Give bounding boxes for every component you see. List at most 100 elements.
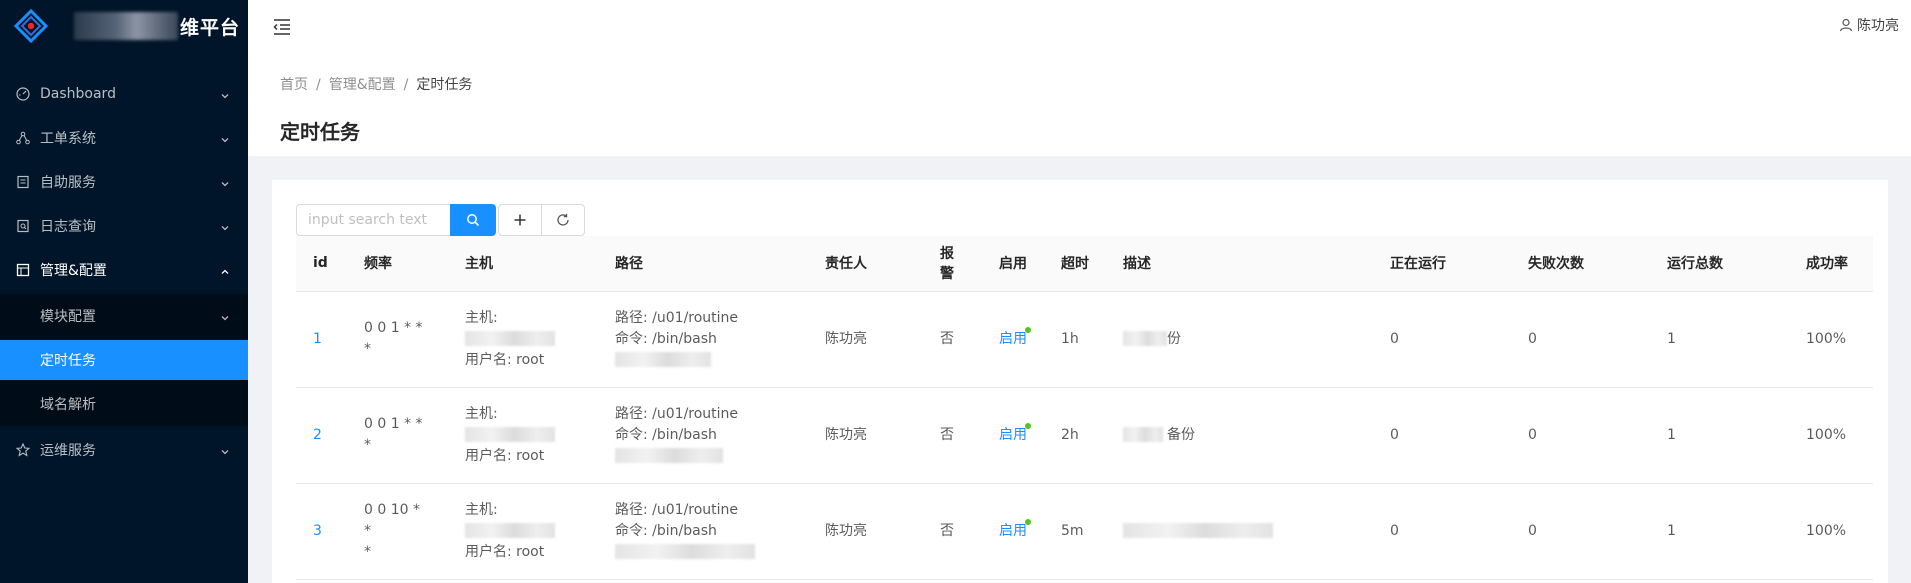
cell-path: 路径: /u01/routine 命令: /bin/bash bbox=[598, 483, 808, 580]
table-row[interactable]: 3 0 0 10 * * * 主机: 用户名: root 路径: /u01/ro… bbox=[296, 483, 1873, 580]
host-label: 主机: bbox=[465, 405, 498, 422]
logo-title: 维平台 bbox=[180, 16, 241, 39]
enabled-label: 启用 bbox=[999, 426, 1027, 443]
job-id-link[interactable]: 1 bbox=[313, 331, 322, 347]
file-search-icon bbox=[16, 219, 30, 233]
top-header: 陈功亮 bbox=[248, 0, 1911, 56]
cell-alarm: 否 bbox=[923, 291, 982, 388]
cell-enabled: 启用 bbox=[982, 291, 1044, 388]
column-header-alarm[interactable]: 报警 bbox=[923, 236, 982, 292]
column-header-owner[interactable]: 责任人 bbox=[808, 236, 923, 292]
cell-host: 主机: 用户名: root bbox=[448, 387, 598, 484]
host-label: 主机: bbox=[465, 309, 498, 326]
column-header-host[interactable]: 主机 bbox=[448, 236, 598, 292]
cell-timeout: 2h bbox=[1044, 387, 1106, 484]
path-text: 路径: /u01/routine bbox=[615, 405, 739, 422]
sidebar-item-label: 定时任务 bbox=[40, 353, 96, 369]
column-header-success-rate[interactable]: 成功率 bbox=[1789, 236, 1873, 292]
enabled-label: 启用 bbox=[999, 330, 1027, 347]
cell-frequency: 0 0 1 * * * bbox=[347, 291, 448, 388]
cell-owner: 陈功亮 bbox=[808, 387, 923, 484]
cell-alarm: 否 bbox=[923, 387, 982, 484]
table-row[interactable]: 1 0 0 1 * * * 主机: 用户名: root 路径: /u01/rou… bbox=[296, 291, 1873, 388]
breadcrumb-management[interactable]: 管理&配置 bbox=[329, 77, 396, 93]
search-input[interactable] bbox=[296, 204, 450, 236]
host-label: 主机: bbox=[465, 501, 498, 518]
dashboard-icon bbox=[16, 87, 30, 101]
sidebar-item-dns[interactable]: 域名解析 bbox=[0, 382, 248, 426]
host-user: 用户名: root bbox=[465, 351, 545, 368]
chevron-down-icon bbox=[220, 133, 230, 143]
management-submenu: 模块配置 定时任务 域名解析 bbox=[0, 294, 248, 426]
column-header-description[interactable]: 描述 bbox=[1106, 236, 1373, 292]
sidebar-menu: Dashboard 工单系统 自助服务 日志查询 管理&配置 模块配置 定时任务… bbox=[0, 72, 248, 472]
user-menu[interactable]: 陈功亮 bbox=[1839, 15, 1899, 35]
chevron-down-icon bbox=[220, 445, 230, 455]
column-header-failures[interactable]: 失败次数 bbox=[1511, 236, 1650, 292]
sidebar: 维平台 Dashboard 工单系统 自助服务 日志查询 管理&配置 模块配置 … bbox=[0, 0, 248, 583]
menu-fold-icon[interactable] bbox=[272, 17, 294, 39]
column-header-frequency[interactable]: 频率 bbox=[347, 236, 448, 292]
job-id-link[interactable]: 3 bbox=[313, 523, 322, 539]
command-text: 命令: /bin/bash bbox=[615, 522, 717, 539]
sidebar-item-module-config[interactable]: 模块配置 bbox=[0, 294, 248, 338]
cell-failures: 0 bbox=[1511, 291, 1650, 388]
cell-alarm: 否 bbox=[923, 483, 982, 580]
sidebar-item-label: 日志查询 bbox=[40, 219, 96, 235]
sidebar-item-dashboard[interactable]: Dashboard bbox=[0, 72, 248, 116]
column-header-running[interactable]: 正在运行 bbox=[1373, 236, 1511, 292]
sidebar-item-tickets[interactable]: 工单系统 bbox=[0, 116, 248, 160]
logo[interactable]: 维平台 bbox=[0, 0, 248, 52]
status-dot bbox=[1025, 326, 1031, 333]
enabled-toggle[interactable]: 启用 bbox=[999, 518, 1031, 539]
user-icon bbox=[1839, 18, 1853, 32]
table-row[interactable]: 2 0 0 1 * * * 主机: 用户名: root 路径: /u01/rou… bbox=[296, 387, 1873, 484]
cell-running: 0 bbox=[1373, 387, 1511, 484]
host-user: 用户名: root bbox=[465, 447, 545, 464]
job-id-link[interactable]: 2 bbox=[313, 427, 322, 443]
column-header-total-runs[interactable]: 运行总数 bbox=[1650, 236, 1789, 292]
table-body: 1 0 0 1 * * * 主机: 用户名: root 路径: /u01/rou… bbox=[296, 291, 1873, 580]
cell-description: 份 bbox=[1106, 291, 1373, 388]
sidebar-item-cron-jobs[interactable]: 定时任务 bbox=[0, 340, 248, 380]
cell-description bbox=[1106, 483, 1373, 580]
logo-text-masked bbox=[74, 12, 178, 40]
cell-success-rate: 100% bbox=[1789, 291, 1873, 388]
sidebar-item-ops-service[interactable]: 运维服务 bbox=[0, 428, 248, 472]
search-icon bbox=[467, 214, 480, 227]
table-toolbar bbox=[296, 204, 1864, 236]
logo-icon bbox=[13, 8, 49, 44]
breadcrumb-home[interactable]: 首页 bbox=[280, 77, 308, 93]
column-header-id[interactable]: id bbox=[296, 236, 347, 292]
sidebar-item-self-service[interactable]: 自助服务 bbox=[0, 160, 248, 204]
cell-id: 2 bbox=[296, 387, 347, 484]
sidebar-item-label: 模块配置 bbox=[40, 309, 96, 325]
args-masked bbox=[615, 542, 791, 563]
sidebar-item-management[interactable]: 管理&配置 bbox=[0, 248, 248, 292]
cell-frequency: 0 0 10 * * * bbox=[347, 483, 448, 580]
enabled-toggle[interactable]: 启用 bbox=[999, 326, 1031, 347]
content-card: id 频率 主机 路径 责任人 报警 启用 超时 描述 正在运行 失败次数 运行… bbox=[272, 180, 1888, 583]
enabled-toggle[interactable]: 启用 bbox=[999, 422, 1031, 443]
cell-host: 主机: 用户名: root bbox=[448, 291, 598, 388]
cell-owner: 陈功亮 bbox=[808, 291, 923, 388]
column-header-timeout[interactable]: 超时 bbox=[1044, 236, 1106, 292]
refresh-button[interactable] bbox=[541, 204, 585, 236]
cell-failures: 0 bbox=[1511, 483, 1650, 580]
args-masked bbox=[615, 446, 791, 467]
layout-icon bbox=[16, 263, 30, 277]
cell-frequency: 0 0 1 * * * bbox=[347, 387, 448, 484]
path-text: 路径: /u01/routine bbox=[615, 309, 739, 326]
chevron-down-icon bbox=[220, 89, 230, 99]
breadcrumb-separator: / bbox=[316, 77, 321, 93]
cell-success-rate: 100% bbox=[1789, 483, 1873, 580]
cell-owner: 陈功亮 bbox=[808, 483, 923, 580]
add-button[interactable] bbox=[498, 204, 542, 236]
cell-total-runs: 1 bbox=[1650, 387, 1789, 484]
column-header-enabled[interactable]: 启用 bbox=[982, 236, 1044, 292]
search-button[interactable] bbox=[450, 204, 496, 236]
column-header-path[interactable]: 路径 bbox=[598, 236, 808, 292]
sidebar-item-log-query[interactable]: 日志查询 bbox=[0, 204, 248, 248]
sidebar-item-label: 域名解析 bbox=[40, 397, 96, 413]
sidebar-item-label: 工单系统 bbox=[40, 131, 96, 147]
